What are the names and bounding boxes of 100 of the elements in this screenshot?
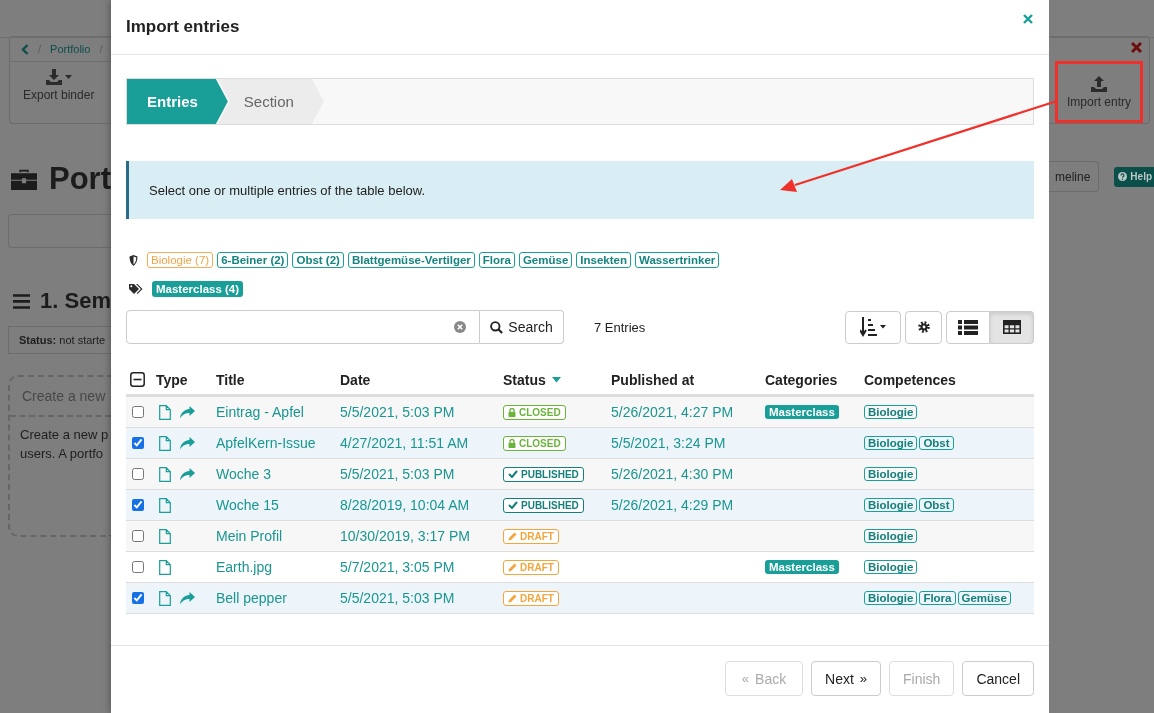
column-header[interactable]: Competences (864, 371, 956, 388)
sort-icon (860, 317, 886, 337)
competence-tag: Biologie (864, 405, 918, 419)
lock-icon (508, 407, 516, 417)
competence-tag: Biologie (864, 498, 918, 512)
list-view-button[interactable] (946, 310, 990, 344)
list-icon (958, 319, 978, 335)
tag-filter[interactable]: Masterclass (4) (152, 281, 244, 297)
close-icon[interactable] (1131, 42, 1142, 53)
settings-icon (917, 321, 930, 333)
document-icon (159, 590, 171, 606)
timeline-button[interactable]: meline (1049, 161, 1100, 192)
table-row[interactable]: ApfelKern-Issue 4/27/2021, 11:51 AM CLOSED 5/5/2021, 3:24 PM Biologie Obst (126, 428, 1034, 459)
status-badge: PUBLISHED (503, 497, 584, 513)
status-badge: DRAFT (503, 528, 559, 544)
search-field[interactable] (126, 310, 480, 344)
pencil-icon (508, 562, 517, 572)
settings-button[interactable] (905, 310, 942, 344)
date-text: 5/7/2021, 3:05 PM (340, 559, 455, 575)
competence-tag: Biologie (864, 436, 918, 450)
close-icon[interactable] (1023, 14, 1033, 24)
document-icon (159, 559, 171, 575)
entry-title-link[interactable]: Earth.jpg (216, 559, 273, 575)
column-header[interactable]: Categories (765, 371, 838, 388)
table-row[interactable]: Woche 15 8/28/2019, 10:04 AM PUBLISHED 5/26/2021, 4:29 PM Biologie Obst (126, 490, 1034, 521)
import-entry-button[interactable]: Import entry (1067, 75, 1131, 109)
sort-button[interactable] (845, 310, 901, 344)
help-button[interactable]: Help (1114, 166, 1154, 187)
row-checkbox[interactable] (132, 437, 144, 449)
column-header[interactable]: Type (156, 371, 188, 388)
export-binder-button[interactable]: Export binder (23, 69, 95, 102)
search-button[interactable]: Search (480, 310, 564, 344)
status-badge: DRAFT (503, 559, 559, 575)
category-tag: Masterclass (765, 405, 839, 419)
entry-title-link[interactable]: Eintrag - Apfel (216, 404, 304, 420)
document-icon (159, 404, 171, 420)
entry-title-link[interactable]: Mein Profil (216, 528, 283, 544)
wizard-step[interactable]: Entries (127, 79, 228, 124)
lock-icon (508, 438, 516, 448)
breadcrumb-link[interactable]: Portfolio (50, 43, 91, 55)
help-icon (1118, 172, 1128, 181)
row-checkbox[interactable] (132, 468, 144, 480)
section-title: 1. Sem (40, 288, 111, 314)
sort-caret-icon (551, 376, 561, 383)
table-icon (1002, 320, 1021, 334)
search-icon (490, 320, 504, 334)
date-text: 5/5/2021, 5:03 PM (340, 466, 455, 482)
column-header[interactable]: Date (340, 371, 371, 388)
table-row[interactable]: Bell pepper 5/5/2021, 5:03 PM DRAFT Biologie Flora Gemüse (126, 583, 1034, 614)
competence-filter[interactable]: Flora (478, 252, 515, 268)
row-checkbox[interactable] (132, 561, 144, 573)
date-text: 8/28/2019, 10:04 AM (340, 497, 470, 513)
cancel-button[interactable]: Cancel (962, 661, 1034, 696)
download-icon (45, 69, 72, 85)
competence-tag: Obst (919, 498, 954, 512)
row-checkbox[interactable] (132, 530, 144, 542)
shield-icon (129, 254, 138, 266)
next-button[interactable]: Next » (811, 661, 882, 696)
back-icon[interactable] (21, 43, 29, 55)
competence-filter[interactable]: Blattgemüse-Vertilger (347, 252, 475, 268)
table-view-button[interactable] (990, 310, 1034, 344)
competence-filter[interactable]: Obst (2) (292, 252, 344, 268)
entry-title-link[interactable]: ApfelKern-Issue (216, 435, 316, 451)
wizard-step[interactable]: Section (217, 79, 324, 124)
competence-tag: Biologie (864, 560, 918, 574)
published-date-text: 5/5/2021, 3:24 PM (611, 435, 726, 451)
row-checkbox[interactable] (132, 406, 144, 418)
entry-title-link[interactable]: Bell pepper (216, 590, 287, 606)
published-date-text: 5/26/2021, 4:27 PM (611, 404, 734, 420)
document-icon (159, 466, 171, 482)
published-date-text: 5/26/2021, 4:29 PM (611, 497, 734, 513)
row-checkbox[interactable] (132, 592, 144, 604)
select-all-checkbox[interactable] (130, 372, 145, 387)
competence-tag: Gemüse (957, 591, 1011, 605)
date-text: 4/27/2021, 11:51 AM (340, 435, 469, 451)
published-date-text: 5/26/2021, 4:30 PM (611, 466, 734, 482)
row-checkbox[interactable] (132, 499, 144, 511)
table-row[interactable]: Mein Profil 10/30/2019, 3:17 PM DRAFT Biologie (126, 521, 1034, 552)
table-row[interactable]: Eintrag - Apfel 5/5/2021, 5:03 PM CLOSED 5/26/2021, 4:27 PM Masterclass Biologie (126, 397, 1034, 428)
breadcrumb-separator: / (38, 43, 42, 55)
entry-title-link[interactable]: Woche 15 (216, 497, 279, 513)
status-badge: CLOSED (503, 404, 566, 420)
competence-filter[interactable]: Gemüse (518, 252, 573, 268)
upload-icon (1090, 75, 1108, 92)
table-row[interactable]: Woche 3 5/5/2021, 5:03 PM PUBLISHED 5/26/2021, 4:30 PM Biologie (126, 459, 1034, 490)
competence-tag: Biologie (864, 467, 918, 481)
column-header[interactable]: Published at (611, 371, 695, 388)
entry-title-link[interactable]: Woche 3 (216, 466, 271, 482)
pencil-icon (508, 531, 517, 541)
info-text: Select one or multiple entries of the table below. (149, 182, 426, 198)
column-header[interactable]: Status (503, 371, 561, 388)
clear-icon[interactable] (454, 321, 466, 333)
competence-filter[interactable]: Wassertrinker (634, 252, 720, 268)
check-icon (508, 501, 518, 509)
column-header[interactable]: Title (216, 371, 245, 388)
competence-filter[interactable]: Insekten (576, 252, 631, 268)
competence-filter[interactable]: 6-Beiner (2) (217, 252, 289, 268)
status-badge: CLOSED (503, 435, 566, 451)
date-text: 10/30/2019, 3:17 PM (340, 528, 470, 544)
document-icon (159, 497, 171, 513)
